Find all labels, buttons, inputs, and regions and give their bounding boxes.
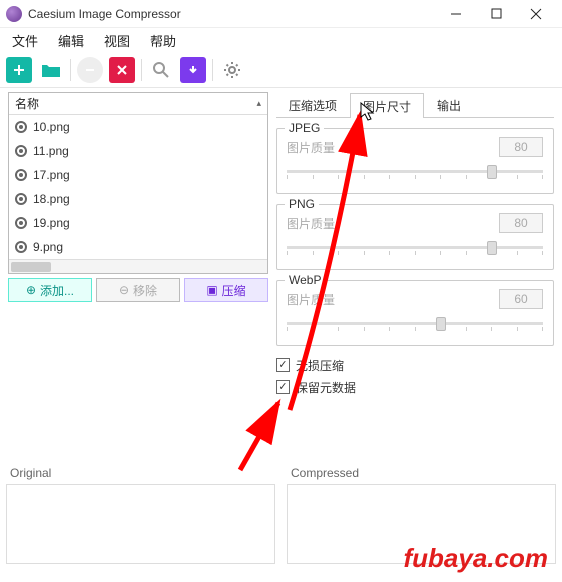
radio-icon — [15, 193, 27, 205]
png-quality-slider[interactable] — [287, 239, 543, 255]
file-name: 11.png — [33, 144, 69, 158]
tab-image-size[interactable]: 图片尺寸 — [350, 93, 424, 118]
add-file-button[interactable] — [6, 57, 32, 83]
horizontal-scrollbar[interactable] — [9, 259, 267, 273]
webp-quality-value[interactable]: 60 — [499, 289, 543, 309]
separator — [212, 59, 213, 81]
lossless-checkbox[interactable]: ✓无损压缩 — [276, 354, 554, 376]
compress-button[interactable]: ▣压缩 — [184, 278, 268, 302]
column-header-name[interactable]: 名称 — [15, 95, 39, 112]
open-folder-button[interactable] — [38, 57, 64, 83]
add-button[interactable]: ⊕添加... — [8, 278, 92, 302]
original-preview — [6, 484, 275, 564]
maximize-button[interactable] — [476, 0, 516, 28]
minimize-button[interactable] — [436, 0, 476, 28]
png-quality-value[interactable]: 80 — [499, 213, 543, 233]
compressed-label: Compressed — [281, 464, 562, 482]
png-quality-label: 图片质量 — [287, 215, 499, 232]
tab-compress-options[interactable]: 压缩选项 — [276, 92, 350, 117]
remove-button: ⊖移除 — [96, 278, 180, 302]
radio-icon — [15, 217, 27, 229]
plus-icon: ⊕ — [26, 283, 36, 297]
export-button[interactable] — [180, 57, 206, 83]
file-name: 19.png — [33, 216, 70, 230]
jpeg-quality-label: 图片质量 — [287, 139, 499, 156]
webp-quality-label: 图片质量 — [287, 291, 499, 308]
list-item[interactable]: 9.png — [9, 235, 267, 259]
minus-icon: ⊖ — [119, 283, 129, 297]
menu-view[interactable]: 视图 — [96, 29, 138, 52]
remove-disabled-button — [77, 57, 103, 83]
radio-icon — [15, 145, 27, 157]
file-list[interactable]: 10.png 11.png 17.png 18.png 19.png 9.png — [9, 115, 267, 259]
window-title: Caesium Image Compressor — [28, 7, 436, 21]
settings-button[interactable] — [219, 57, 245, 83]
list-item[interactable]: 18.png — [9, 187, 267, 211]
watermark: fubaya.com — [404, 543, 549, 574]
original-label: Original — [0, 464, 281, 482]
list-item[interactable]: 19.png — [9, 211, 267, 235]
webp-quality-slider[interactable] — [287, 315, 543, 331]
app-icon — [6, 6, 22, 22]
delete-button[interactable] — [109, 57, 135, 83]
menu-file[interactable]: 文件 — [4, 29, 46, 52]
metadata-checkbox[interactable]: ✓保留元数据 — [276, 376, 554, 398]
menu-edit[interactable]: 编辑 — [50, 29, 92, 52]
tab-output[interactable]: 输出 — [424, 92, 474, 117]
file-name: 9.png — [33, 240, 63, 254]
sort-indicator-icon: ▴ — [256, 98, 261, 109]
file-name: 17.png — [33, 168, 70, 182]
jpeg-quality-value[interactable]: 80 — [499, 137, 543, 157]
list-item[interactable]: 10.png — [9, 115, 267, 139]
radio-icon — [15, 241, 27, 253]
separator — [141, 59, 142, 81]
search-button[interactable] — [148, 57, 174, 83]
radio-icon — [15, 121, 27, 133]
group-jpeg-title: JPEG — [285, 121, 324, 135]
radio-icon — [15, 169, 27, 181]
list-item[interactable]: 11.png — [9, 139, 267, 163]
group-webp-title: WebP — [285, 273, 325, 287]
jpeg-quality-slider[interactable] — [287, 163, 543, 179]
menu-help[interactable]: 帮助 — [142, 29, 184, 52]
compress-icon: ▣ — [206, 283, 217, 297]
close-button[interactable] — [516, 0, 556, 28]
group-png-title: PNG — [285, 197, 319, 211]
file-name: 10.png — [33, 120, 70, 134]
separator — [70, 59, 71, 81]
list-item[interactable]: 17.png — [9, 163, 267, 187]
file-name: 18.png — [33, 192, 70, 206]
